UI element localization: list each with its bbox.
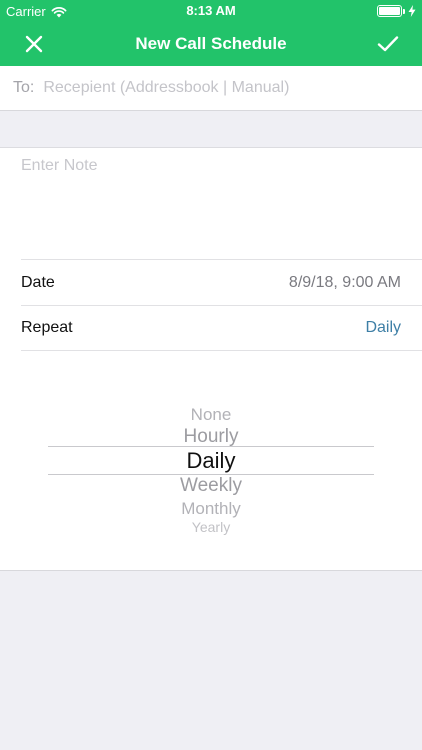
battery-cap bbox=[403, 8, 405, 14]
picker-option-daily[interactable]: Daily bbox=[48, 450, 374, 472]
repeat-picker[interactable]: None Hourly Daily Weekly Monthly Yearly bbox=[48, 399, 374, 539]
picker-option-weekly[interactable]: Weekly bbox=[48, 476, 374, 495]
charging-icon bbox=[408, 5, 416, 17]
picker-option-hourly[interactable]: Hourly bbox=[48, 427, 374, 446]
recipient-label: To: bbox=[13, 79, 35, 96]
picker-option-yearly[interactable]: Yearly bbox=[48, 520, 374, 534]
status-time: 8:13 AM bbox=[186, 3, 236, 18]
checkmark-icon[interactable] bbox=[376, 32, 400, 56]
battery-indicator bbox=[377, 5, 416, 17]
recipient-input[interactable] bbox=[43, 73, 422, 103]
repeat-value: Daily bbox=[365, 319, 401, 336]
date-value: 8/9/18, 9:00 AM bbox=[288, 273, 401, 291]
date-row[interactable]: Date 8/9/18, 9:00 AM bbox=[21, 259, 422, 305]
nav-bar: New Call Schedule bbox=[0, 22, 422, 66]
header: Carrier 8:13 AM New Call Schedule bbox=[0, 0, 422, 66]
status-bar: Carrier 8:13 AM bbox=[0, 0, 422, 22]
picker-option-none[interactable]: None bbox=[48, 406, 374, 423]
recipient-row: To: bbox=[0, 66, 422, 111]
date-label: Date bbox=[21, 273, 55, 291]
repeat-label: Repeat bbox=[21, 319, 73, 336]
picker-option-monthly[interactable]: Monthly bbox=[48, 500, 374, 517]
repeat-row[interactable]: Repeat Daily bbox=[21, 305, 422, 351]
schedule-form: Date 8/9/18, 9:00 AM Repeat Daily None H… bbox=[0, 147, 422, 571]
note-input[interactable] bbox=[0, 148, 422, 258]
battery-icon bbox=[377, 5, 402, 17]
page-title: New Call Schedule bbox=[135, 34, 287, 53]
